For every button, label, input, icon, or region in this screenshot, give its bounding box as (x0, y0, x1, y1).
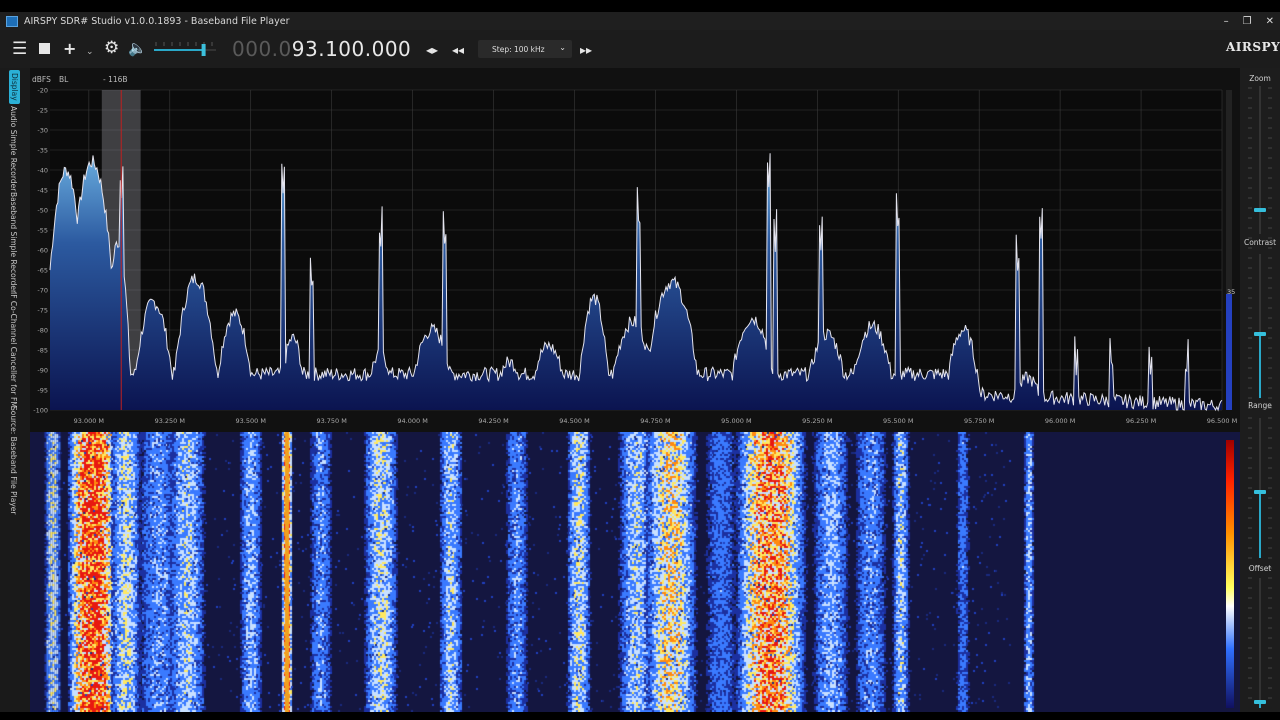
range-label: Range (1248, 401, 1272, 410)
offset-slider-knob[interactable] (1254, 700, 1266, 704)
restore-icon[interactable]: ❐ (1243, 16, 1252, 27)
right-control-panel: Zoom Contrast Range Offset (1240, 68, 1280, 712)
airspy-logo: AIRSPY (1226, 40, 1280, 54)
x-tick-label: 95.750 M (964, 417, 994, 425)
y-tick-label: -90 (37, 367, 48, 375)
minimize-icon[interactable]: – (1224, 16, 1229, 27)
tune-left-right-icon[interactable]: ◂▸ (426, 42, 438, 58)
y-tick-label: -65 (37, 267, 48, 275)
range-slider-knob[interactable] (1254, 490, 1266, 494)
tab-display[interactable]: Display (9, 70, 20, 104)
spectrum-panel[interactable]: -20 -25 -30 -35 -40 -45 -50 -55 -60 -65 -70 -75 -80 -… (30, 68, 1240, 432)
y-tick-label: -50 (37, 207, 48, 215)
chevron-down-icon: ⌄ (559, 43, 566, 52)
level-meter-fill (1226, 294, 1232, 410)
tab-source[interactable]: Source: Baseband File Player (9, 406, 18, 514)
screen-bottom-edge (0, 712, 1280, 720)
y-tick-label: -85 (37, 347, 48, 355)
y-tick-label: -45 (37, 187, 48, 195)
x-tick-label: 93.750 M (316, 417, 346, 425)
level-value: 35 (1227, 288, 1235, 296)
contrast-label: Contrast (1243, 238, 1277, 247)
rewind-icon[interactable]: ◂◂ (452, 42, 464, 58)
waterfall-panel[interactable] (30, 432, 1240, 712)
unit-label: dBFS (32, 75, 51, 84)
x-tick-label: 96.000 M (1045, 417, 1075, 425)
tab-baseband-recorder[interactable]: Baseband Simple Recorder (9, 192, 18, 293)
spectrum-plot[interactable]: -20 -25 -30 -35 -40 -45 -50 -55 -60 -65 -70 -75 -80 -… (30, 68, 1240, 432)
window-title: AIRSPY SDR# Studio v1.0.0.1893 - Baseban… (24, 15, 290, 27)
y-tick-label: -55 (37, 227, 48, 235)
y-tick-label: -35 (37, 147, 48, 155)
fast-forward-icon[interactable]: ▸▸ (580, 42, 592, 58)
y-tick-label: -75 (37, 307, 48, 315)
y-tick-label: -80 (37, 327, 48, 335)
x-tick-label: 96.500 M (1207, 417, 1237, 425)
step-label: Step: 100 kHz (492, 44, 545, 54)
screen-top-edge (0, 0, 1280, 12)
gear-icon[interactable]: ⚙ (104, 40, 119, 57)
marker-label: - 116B (103, 75, 128, 84)
stop-icon[interactable] (39, 43, 50, 54)
x-tick-label: 95.500 M (883, 417, 913, 425)
y-tick-label: -40 (37, 167, 48, 175)
x-tick-label: 93.250 M (155, 417, 185, 425)
volume-slider[interactable] (152, 38, 218, 60)
app-icon (6, 15, 18, 27)
tab-co-channel-canceller[interactable]: IF Co-Channel Canceller for FM (9, 292, 18, 408)
close-icon[interactable]: ✕ (1266, 16, 1274, 27)
frequency-digits: 93.100.000 (291, 37, 412, 61)
menu-icon[interactable]: ☰ (12, 41, 27, 58)
add-icon[interactable]: + (63, 41, 76, 57)
y-tick-label: -70 (37, 287, 48, 295)
waterfall-canvas[interactable] (30, 432, 1240, 712)
x-tick-label: 95.000 M (721, 417, 751, 425)
y-tick-label: -25 (37, 107, 48, 115)
baseline-label: BL (59, 75, 69, 84)
y-tick-label: -30 (37, 127, 48, 135)
step-selector[interactable]: Step: 100 kHz ⌄ (478, 40, 572, 58)
x-tick-label: 94.750 M (640, 417, 670, 425)
waterfall-color-scale (1226, 440, 1234, 708)
chevron-down-icon[interactable]: ⌄ (86, 44, 94, 60)
left-side-tabs: Display Audio Simple Recorder Baseband S… (0, 68, 30, 712)
y-tick-label: -20 (37, 87, 48, 95)
x-tick-label: 95.250 M (802, 417, 832, 425)
x-tick-label: 94.000 M (397, 417, 427, 425)
x-tick-label: 94.500 M (559, 417, 589, 425)
zoom-label: Zoom (1249, 74, 1271, 83)
zoom-slider-knob[interactable] (1254, 208, 1266, 212)
x-tick-label: 93.000 M (74, 417, 104, 425)
contrast-slider-knob[interactable] (1254, 332, 1266, 336)
y-tick-label: -60 (37, 247, 48, 255)
x-tick-label: 94.250 M (478, 417, 508, 425)
y-tick-label: -100 (33, 407, 48, 415)
x-tick-label: 93.500 M (236, 417, 266, 425)
speaker-icon[interactable]: 🔈 (128, 40, 147, 56)
title-bar: AIRSPY SDR# Studio v1.0.0.1893 - Baseban… (0, 12, 1280, 30)
offset-label: Offset (1248, 564, 1272, 573)
tab-audio-recorder[interactable]: Audio Simple Recorder (9, 106, 18, 191)
y-tick-label: -95 (37, 387, 48, 395)
frequency-display[interactable]: 000.093.100.000 (232, 37, 411, 61)
frequency-leading-digits: 000.0 (232, 37, 292, 61)
x-tick-label: 96.250 M (1126, 417, 1156, 425)
